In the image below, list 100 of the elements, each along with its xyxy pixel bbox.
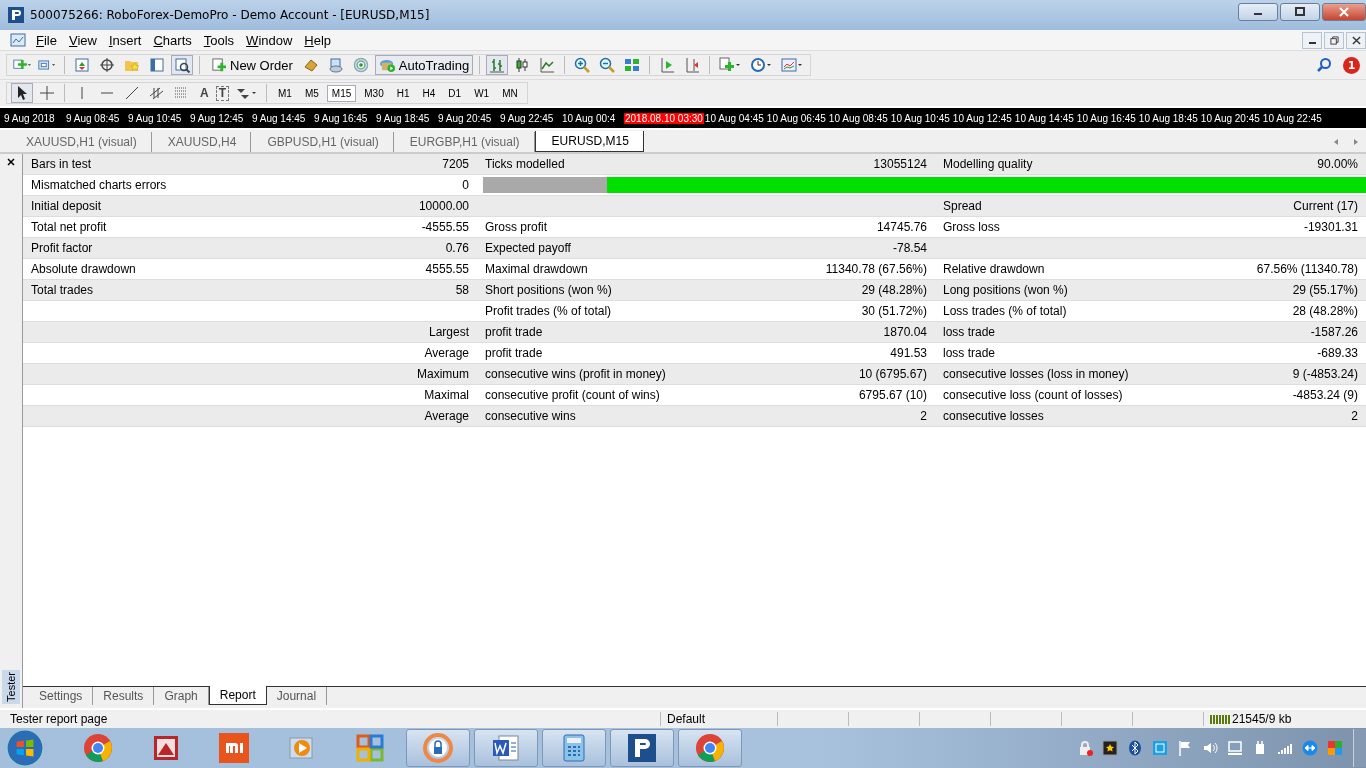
- timeframe-button[interactable]: M15: [326, 84, 357, 102]
- report-value: Maximum: [417, 367, 469, 381]
- chart-window-icon[interactable]: [10, 32, 26, 48]
- menu-item[interactable]: File: [32, 32, 65, 48]
- report-label: Profit factor: [31, 241, 93, 255]
- report-value: Current (17): [1293, 199, 1358, 213]
- report-value: -78.54: [892, 241, 927, 255]
- chrome-icon[interactable]: [83, 733, 113, 763]
- antivirus-icon[interactable]: [1327, 740, 1343, 756]
- report-value: 10 (6795.67): [858, 367, 927, 381]
- report-value: 29 (55.17%): [1292, 283, 1358, 297]
- time-label: 10 Aug 18:45: [1138, 112, 1199, 124]
- close-button[interactable]: [1346, 31, 1366, 49]
- time-label: 9 Aug 20:45: [438, 112, 493, 124]
- report-label: consecutive wins (profit in money): [485, 367, 666, 381]
- report-label: Initial deposit: [31, 199, 102, 213]
- close-icon[interactable]: [7, 158, 15, 166]
- report-value: -19301.31: [1303, 220, 1358, 234]
- menu-item[interactable]: Window: [242, 32, 301, 48]
- document-icon[interactable]: [491, 733, 521, 763]
- app-logo-icon[interactable]: [627, 733, 657, 763]
- timeframe-button[interactable]: M5: [299, 84, 324, 102]
- network-lock-icon[interactable]: [1077, 740, 1093, 756]
- report-value: 29 (48.28%): [861, 283, 927, 297]
- chart-tab[interactable]: XAUUSD,H1 (visual): [10, 132, 152, 152]
- menu-item[interactable]: Insert: [104, 32, 150, 48]
- panel-tab[interactable]: Settings: [29, 687, 94, 705]
- chart-tab[interactable]: XAUUSD,H4: [151, 132, 252, 152]
- report-label: Spread: [943, 199, 982, 213]
- report-value: -4555.55: [421, 220, 469, 234]
- chart-tab[interactable]: GBPUSD,H1 (visual): [251, 132, 394, 152]
- report-label: loss trade: [943, 325, 996, 339]
- maximize-button[interactable]: [1280, 3, 1320, 21]
- bar-chart-icon[interactable]: [486, 55, 509, 75]
- time-label: 9 Aug 14:45: [252, 112, 307, 124]
- time-label: 10 Aug 20:45: [1200, 112, 1261, 124]
- report-value: -689.33: [1317, 346, 1358, 360]
- time-label: 9 Aug 08:45: [66, 112, 121, 124]
- chrome-icon[interactable]: [695, 733, 725, 763]
- browser-lock-icon[interactable]: [423, 733, 453, 763]
- timeframe-button[interactable]: M1: [273, 84, 297, 102]
- menu-item[interactable]: View: [64, 32, 105, 48]
- text-tool[interactable]: A: [196, 86, 213, 100]
- report-label: profit trade: [485, 346, 543, 360]
- scroll-left-icon[interactable]: [1332, 138, 1340, 146]
- panel-tab[interactable]: Graph: [154, 687, 209, 705]
- report-value: 491.53: [890, 346, 927, 360]
- time-label: 10 Aug 06:45: [766, 112, 827, 124]
- report-value: 2: [1351, 409, 1358, 423]
- office-tools-icon[interactable]: [355, 733, 385, 763]
- new-order-button[interactable]: New Order: [206, 55, 297, 75]
- report-value: Largest: [428, 325, 469, 339]
- chart-tab[interactable]: EURGBP,H1 (visual): [393, 132, 535, 152]
- volume-icon[interactable]: [1202, 740, 1218, 756]
- minimize-button[interactable]: [1302, 31, 1322, 49]
- restore-button[interactable]: [1324, 31, 1344, 49]
- timeframe-button[interactable]: D1: [443, 84, 467, 102]
- timeframe-button[interactable]: H1: [391, 84, 415, 102]
- menu-item[interactable]: Help: [300, 32, 340, 48]
- report-label: consecutive loss (count of losses): [943, 388, 1123, 402]
- timeframe-button[interactable]: H4: [417, 84, 441, 102]
- notification-badge[interactable]: 1: [1343, 56, 1360, 74]
- tester-icon[interactable]: [171, 55, 193, 75]
- connection-bars-icon: [1210, 714, 1230, 724]
- time-label: 9 Aug 18:45: [376, 112, 431, 124]
- flag-icon[interactable]: [1177, 740, 1193, 756]
- report-value: 2: [920, 409, 927, 423]
- report-label: Expected payoff: [485, 241, 571, 255]
- text-label-tool[interactable]: T: [215, 85, 229, 101]
- report-value: Maximal: [424, 388, 469, 402]
- report-value: 7205: [442, 157, 469, 171]
- cursor-icon[interactable]: [11, 83, 33, 103]
- report-label: Mismatched charts errors: [31, 178, 167, 192]
- start-button[interactable]: [6, 729, 44, 767]
- remote-access-icon[interactable]: [1302, 740, 1318, 756]
- panel-title: Tester: [2, 670, 20, 704]
- star-app-icon[interactable]: [1102, 740, 1118, 756]
- report-label: Bars in test: [31, 157, 92, 171]
- menu-item[interactable]: Tools: [199, 32, 243, 48]
- report-label: consecutive wins: [485, 409, 576, 423]
- timeframe-button[interactable]: MN: [497, 84, 523, 102]
- minimize-button[interactable]: [1238, 3, 1278, 21]
- autotrading-button[interactable]: AutoTrading: [374, 55, 474, 75]
- menu-item[interactable]: Charts: [149, 32, 200, 48]
- picture-editor-icon[interactable]: [151, 733, 181, 763]
- timeframe-button[interactable]: W1: [469, 84, 495, 102]
- scroll-right-icon[interactable]: [1352, 138, 1360, 146]
- timeframe-button[interactable]: M30: [359, 84, 389, 102]
- report-value: 6795.67 (10): [858, 388, 927, 402]
- chart-tab[interactable]: EURUSD,M15: [534, 131, 644, 152]
- time-label: 9 Aug 12:45: [190, 112, 245, 124]
- mi-app-icon[interactable]: [219, 733, 249, 763]
- profile-name: Default: [661, 712, 778, 726]
- traffic-text: 21545/9 kb: [1232, 712, 1292, 726]
- panel-tab[interactable]: Report: [208, 686, 267, 705]
- bluetooth-icon[interactable]: [1127, 740, 1143, 756]
- panel-tab[interactable]: Results: [93, 687, 155, 705]
- panel-tab[interactable]: Journal: [266, 687, 328, 705]
- report-label: Profit trades (% of total): [485, 304, 612, 318]
- report-value: 67.56% (11340.78): [1256, 262, 1358, 276]
